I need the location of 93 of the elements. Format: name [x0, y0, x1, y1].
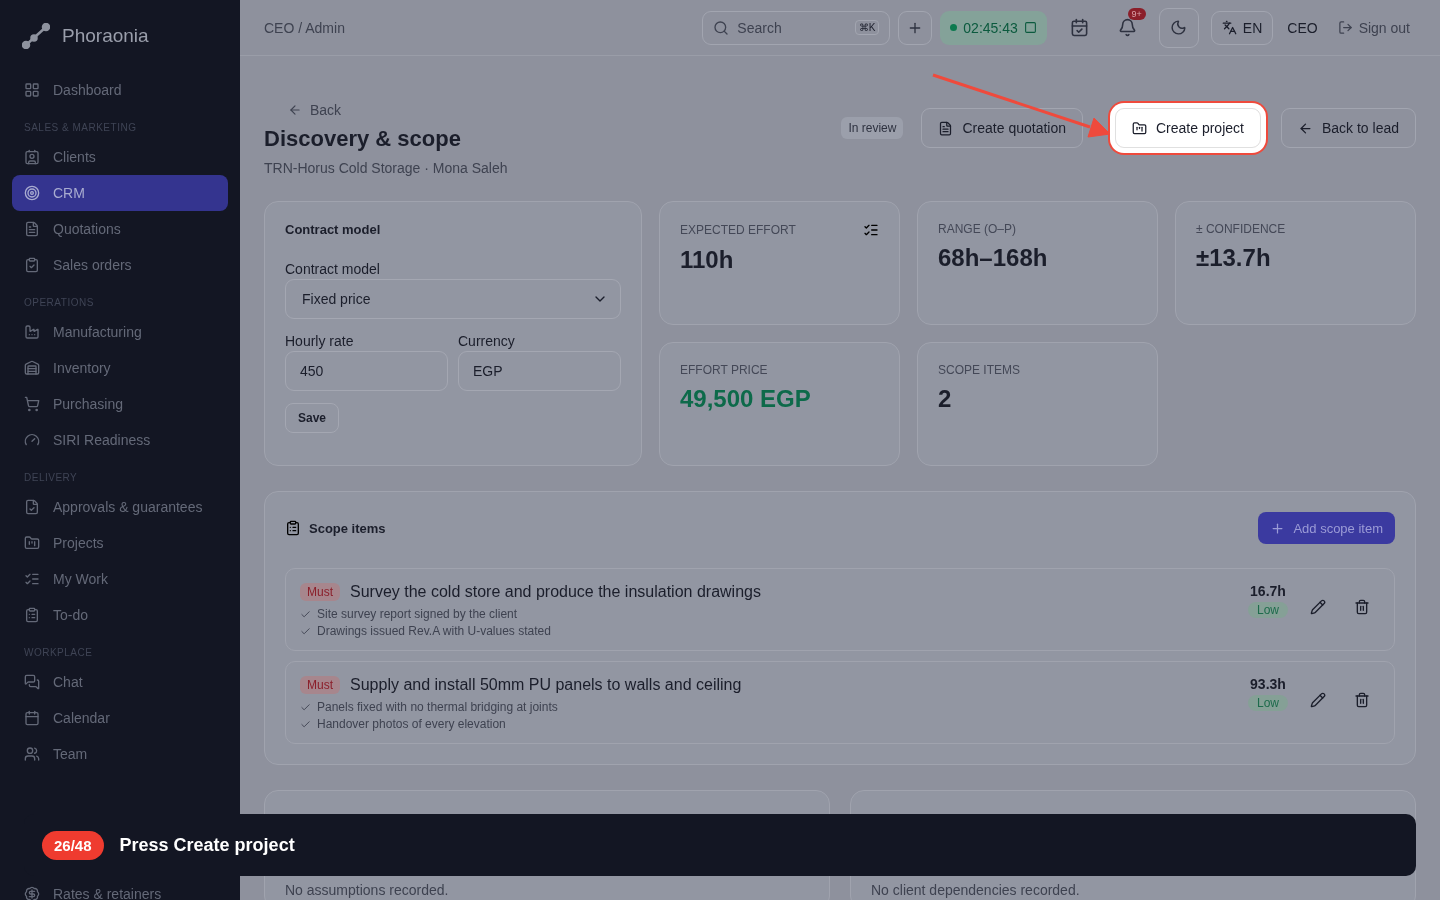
stat-label: ± CONFIDENCE	[1196, 222, 1286, 236]
pencil-icon	[1310, 692, 1326, 708]
document-icon	[938, 120, 954, 136]
check-icon	[300, 701, 311, 713]
empty-message: No client dependencies recorded.	[871, 882, 1080, 898]
moon-icon	[1170, 19, 1188, 36]
priority-tag: Must	[300, 583, 340, 601]
stat-label: EFFORT PRICE	[680, 363, 768, 377]
translate-icon	[1221, 20, 1237, 35]
trash-icon	[1354, 599, 1370, 615]
sidebar-item[interactable]: Purchasing	[12, 386, 228, 422]
card-title: Scope items	[309, 520, 386, 536]
brand-name: Phoraonia	[62, 25, 149, 47]
plus-icon	[1270, 520, 1286, 536]
sidebar-item[interactable]: Team	[12, 736, 228, 772]
empty-message: No assumptions recorded.	[285, 882, 449, 898]
language-button[interactable]: EN	[1210, 10, 1274, 45]
risk-tag: Low	[1248, 695, 1288, 711]
logo-icon	[22, 23, 50, 49]
sidebar-item[interactable]: Approvals & guarantees	[12, 489, 228, 525]
sidebar-item[interactable]: Calendar	[12, 700, 228, 736]
notification-badge: 9+	[1127, 7, 1146, 20]
role-button[interactable]: CEO	[1281, 19, 1324, 36]
status-badge: In review	[841, 117, 904, 139]
notifications-button[interactable]: 9+	[1110, 10, 1145, 45]
stat-label: RANGE (O–P)	[938, 222, 1016, 236]
sign-out-icon	[1337, 20, 1353, 35]
step-counter: 26/48	[42, 830, 104, 860]
stat-label: SCOPE ITEMS	[938, 363, 1020, 377]
page-subtitle: TRN-Horus Cold Storage · Mona Saleh	[264, 160, 508, 176]
breadcrumb: CEO / Admin	[264, 19, 346, 36]
add-button[interactable]	[898, 10, 933, 45]
acceptance-criterion: Site survey report signed by the client	[317, 607, 518, 621]
hourly-rate-field[interactable]: 450	[285, 351, 448, 391]
field-label: Currency	[458, 333, 516, 349]
priority-tag: Must	[300, 676, 340, 694]
sidebar-item[interactable]: CRM	[12, 175, 228, 211]
pencil-icon	[1310, 599, 1326, 615]
sidebar-item[interactable]: Clients	[12, 139, 228, 175]
acceptance-criterion: Panels fixed with no thermal bridging at joints	[317, 700, 558, 714]
trash-icon	[1354, 692, 1370, 708]
sidebar-item[interactable]: SIRI Readiness	[12, 422, 228, 458]
field-label: Contract model	[285, 261, 381, 277]
sidebar-item[interactable]: Dashboard	[12, 72, 228, 108]
acceptance-criterion: Handover photos of every elevation	[317, 717, 506, 731]
tour-instruction: Press Create project	[119, 834, 295, 856]
status-dot-icon	[950, 24, 958, 31]
sidebar-item[interactable]: Chat	[12, 664, 228, 700]
shortcut-hint: ⌘K	[854, 20, 880, 35]
calendar-icon	[1070, 18, 1090, 37]
hours-value: 16.7h	[1250, 583, 1286, 599]
stat-value: ±13.7h	[1196, 244, 1272, 272]
page-title: Discovery & scope	[264, 126, 462, 152]
sidebar-item[interactable]: Inventory	[12, 350, 228, 386]
sidebar-item[interactable]: Quotations	[12, 211, 228, 247]
sidebar-item[interactable]: Sales orders	[12, 247, 228, 283]
checklist-icon	[863, 222, 879, 238]
action-button[interactable]: Back to lead	[1280, 108, 1416, 148]
sidebar-item[interactable]: Projects	[12, 525, 228, 561]
stop-icon	[1023, 21, 1037, 34]
bell-icon	[1118, 18, 1138, 37]
risk-tag: Low	[1248, 602, 1288, 618]
theme-button[interactable]	[1158, 7, 1199, 48]
stat-value: 110h	[680, 246, 735, 274]
stat-value: 68h–168h	[938, 244, 1049, 272]
action-button[interactable]: Create quotation	[921, 108, 1083, 148]
scope-item-title: Survey the cold store and produce the insulation drawings	[350, 583, 761, 601]
sidebar-item[interactable]: To-do	[12, 597, 228, 633]
sidebar-item[interactable]: My Work	[12, 561, 228, 597]
timer[interactable]: 02:45:43	[940, 10, 1047, 45]
check-icon	[300, 625, 311, 637]
hours-value: 93.3h	[1250, 676, 1286, 692]
back-link[interactable]: Back	[288, 102, 342, 118]
sidebar-item[interactable]: Manufacturing	[12, 314, 228, 350]
card-title: Contract model	[285, 222, 382, 237]
sign-out-button[interactable]: Sign out	[1331, 19, 1416, 36]
scope-item-title: Supply and install 50mm PU panels to walls and ceiling	[350, 676, 742, 694]
check-icon	[300, 608, 311, 620]
search-icon	[713, 19, 730, 36]
acceptance-criterion: Drawings issued Rev.A with U-values stated	[317, 624, 551, 638]
save-button[interactable]: Save	[285, 403, 340, 433]
contract-model-select[interactable]: Fixed price	[285, 279, 621, 319]
field-label: Hourly rate	[285, 333, 355, 349]
clipboard-icon	[285, 520, 301, 536]
check-icon	[300, 718, 311, 730]
currency-field[interactable]: EGP	[458, 351, 621, 391]
search-field[interactable]: Search ⌘K	[702, 10, 891, 45]
sidebar-item[interactable]: Rates & retainers	[12, 876, 228, 900]
stat-label: EXPECTED EFFORT	[680, 223, 796, 237]
folder-icon	[1132, 120, 1147, 136]
add-scope-item-button[interactable]: Add scope item	[1258, 512, 1395, 544]
stat-value: 2	[938, 385, 953, 413]
stat-value: 49,500 EGP	[680, 385, 812, 413]
